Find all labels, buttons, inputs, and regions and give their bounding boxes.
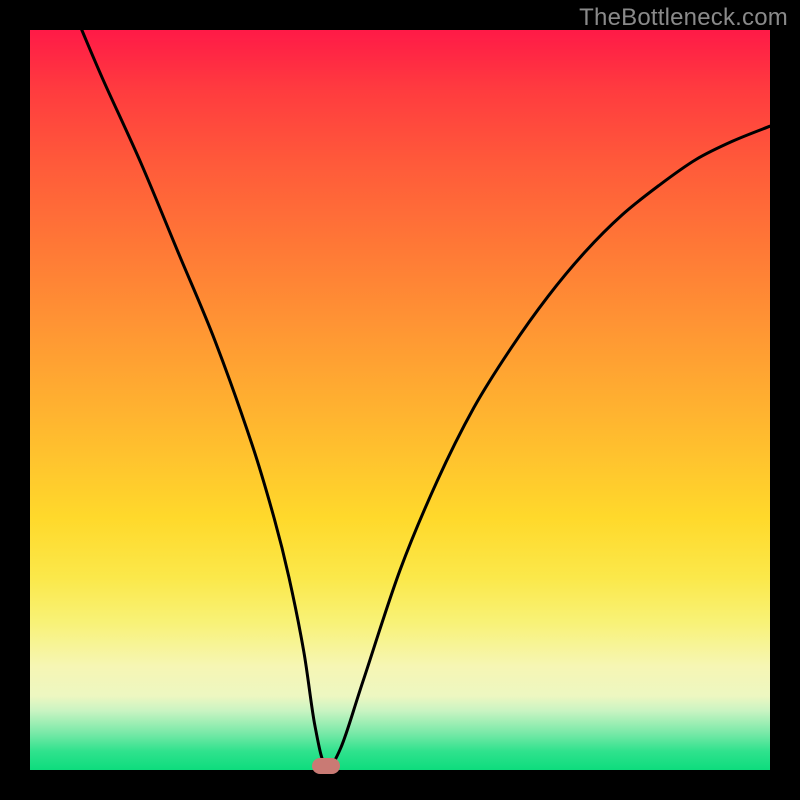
plot-area bbox=[30, 30, 770, 770]
watermark-text: TheBottleneck.com bbox=[579, 4, 788, 32]
bottleneck-curve bbox=[30, 30, 770, 770]
minimum-marker bbox=[312, 758, 340, 774]
chart-frame: TheBottleneck.com bbox=[0, 0, 800, 800]
curve-path bbox=[82, 30, 770, 767]
